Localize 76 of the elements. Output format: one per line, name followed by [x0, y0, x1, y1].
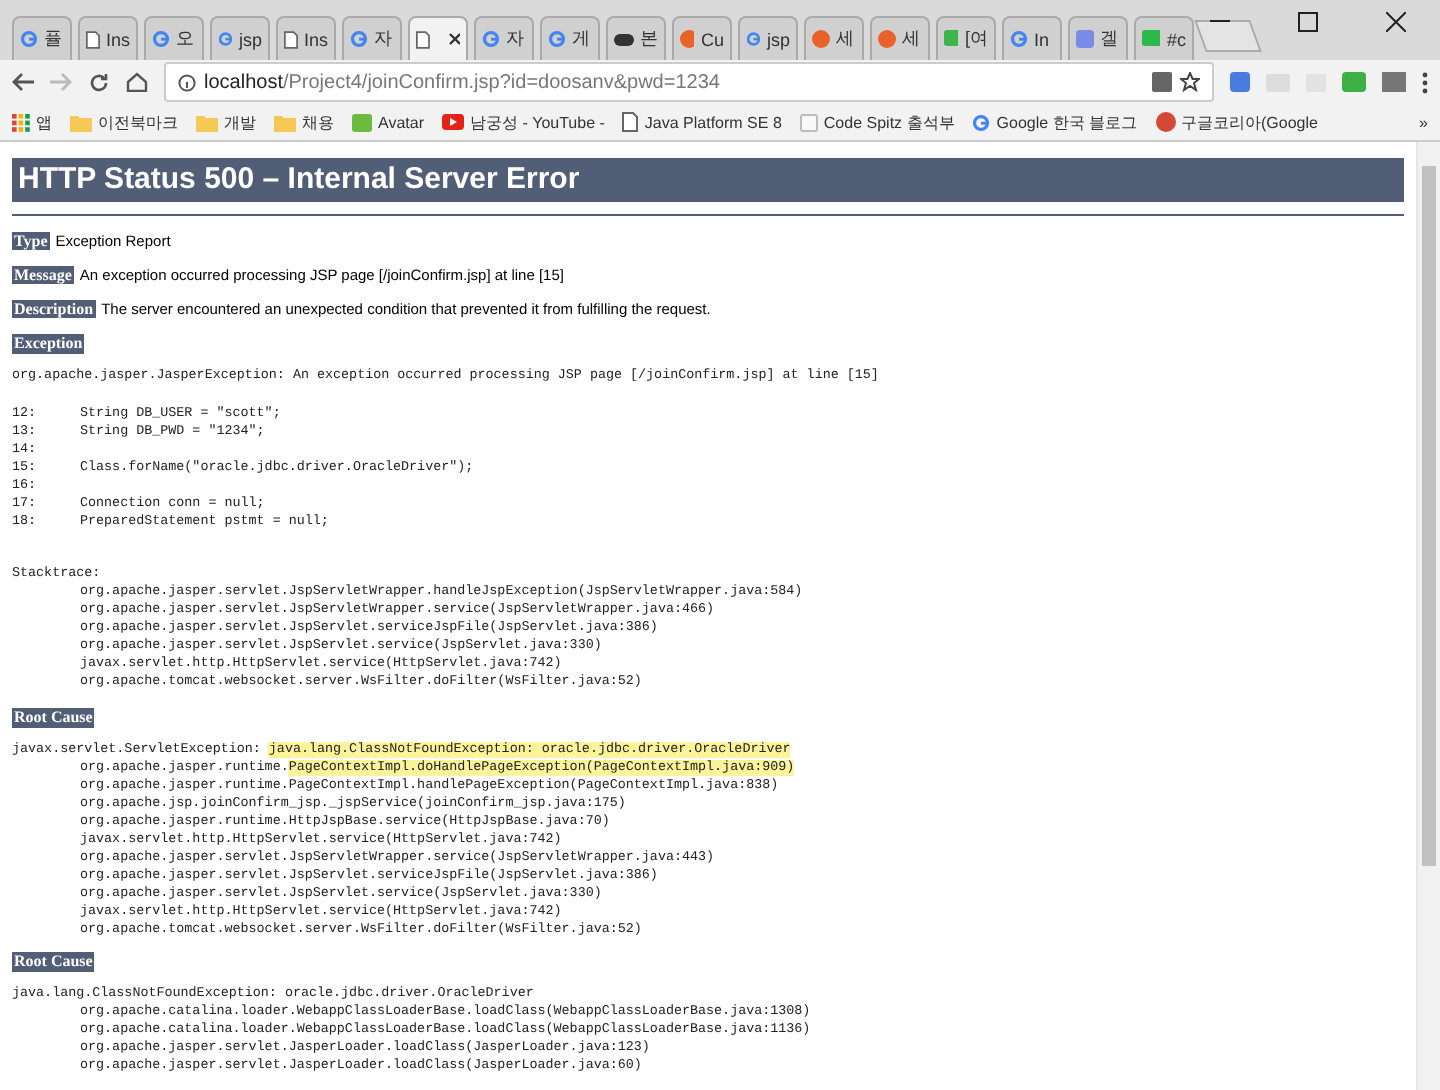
bookmark[interactable]: Code Spitz 출석부	[799, 111, 955, 133]
google-icon	[482, 30, 500, 48]
circle-icon	[812, 30, 830, 48]
browser-tab[interactable]: 세	[870, 16, 930, 60]
browser-tab[interactable]: 세	[804, 16, 864, 60]
browser-tab[interactable]: 본	[606, 16, 666, 60]
section-heading: Exception	[12, 334, 85, 354]
scrollbar[interactable]	[1416, 142, 1440, 1090]
bookmark[interactable]: Avatar	[352, 113, 424, 131]
back-icon[interactable]	[12, 72, 34, 92]
bookmark[interactable]: Java Platform SE 8	[622, 112, 782, 132]
page-title: HTTP Status 500 – Internal Server Error	[12, 158, 1404, 202]
google-icon	[350, 30, 368, 48]
field-label: Type	[12, 232, 50, 250]
info-icon[interactable]	[178, 73, 196, 91]
extension-icon[interactable]	[1230, 72, 1250, 92]
menu-icon[interactable]	[1422, 71, 1428, 93]
google-icon	[972, 113, 991, 131]
bookmark[interactable]: Google 한국 블로그	[972, 111, 1138, 133]
close-icon[interactable]	[447, 32, 460, 46]
field-label: Message	[12, 266, 74, 284]
google-icon	[20, 30, 38, 48]
bookmark[interactable]: 개발	[196, 111, 256, 133]
gamepad-icon	[614, 31, 634, 47]
bookmark[interactable]: 앱	[12, 111, 52, 133]
folder-icon	[274, 113, 296, 131]
folder-icon	[70, 113, 92, 131]
document-icon	[416, 29, 430, 49]
browser-tab[interactable]: 자	[474, 16, 534, 60]
document-icon	[284, 29, 298, 49]
browser-tab[interactable]: #c	[1134, 16, 1194, 60]
bookmark[interactable]: 이전북마크	[70, 111, 178, 133]
browser-tab[interactable]: 자	[342, 16, 402, 60]
address-bar[interactable]: localhost/Project4/joinConfirm.jsp?id=doosanv&pwd=1234	[164, 62, 1214, 102]
reload-icon[interactable]	[88, 71, 110, 93]
home-icon[interactable]	[126, 72, 148, 92]
browser-tab[interactable]: Cu	[672, 16, 732, 60]
browser-tab[interactable]: jsp	[738, 16, 798, 60]
apps-icon	[12, 113, 30, 131]
close-icon[interactable]	[1386, 12, 1406, 32]
bookmark[interactable]: 채용	[274, 111, 334, 133]
browser-tab[interactable]: Ins	[78, 16, 138, 60]
circle-icon	[878, 30, 896, 48]
section-heading: Root Cause	[12, 952, 95, 972]
section-heading: Root Cause	[12, 708, 95, 728]
browser-tab[interactable]: Ins	[276, 16, 336, 60]
browser-tab[interactable]: 겔	[1068, 16, 1128, 60]
bookmark[interactable]: 남궁성 - YouTube -	[441, 111, 605, 133]
google-icon	[548, 30, 566, 48]
chat-icon	[944, 30, 959, 48]
browser-tab[interactable]: [여	[936, 16, 996, 60]
square-icon	[1076, 30, 1094, 48]
maximize-icon[interactable]	[1298, 12, 1318, 32]
play-icon	[441, 114, 464, 130]
star-icon[interactable]	[1180, 72, 1200, 92]
google-icon	[152, 30, 170, 48]
page-icon	[799, 113, 818, 131]
document-icon	[622, 112, 639, 132]
folder-icon	[196, 113, 218, 131]
browser-tab[interactable]: jsp	[210, 16, 270, 60]
browser-tab[interactable]: In	[1002, 16, 1062, 60]
browser-tab[interactable]	[408, 16, 468, 60]
chat-icon	[1142, 30, 1161, 48]
google-icon	[1010, 30, 1028, 48]
google-icon	[218, 30, 233, 48]
minimize-icon[interactable]	[1210, 20, 1230, 24]
document-icon	[86, 29, 100, 49]
google-icon	[746, 30, 761, 48]
chat-icon	[352, 113, 372, 131]
field-label: Description	[12, 300, 96, 318]
circle-icon	[1155, 112, 1176, 132]
browser-tab[interactable]: 게	[540, 16, 600, 60]
more-bookmarks-button[interactable]: »	[1419, 113, 1428, 131]
bookmark[interactable]: 구글코리아(Google	[1155, 111, 1318, 133]
browser-tab[interactable]: 퓰	[12, 16, 72, 60]
browser-tab[interactable]: 오	[144, 16, 204, 60]
